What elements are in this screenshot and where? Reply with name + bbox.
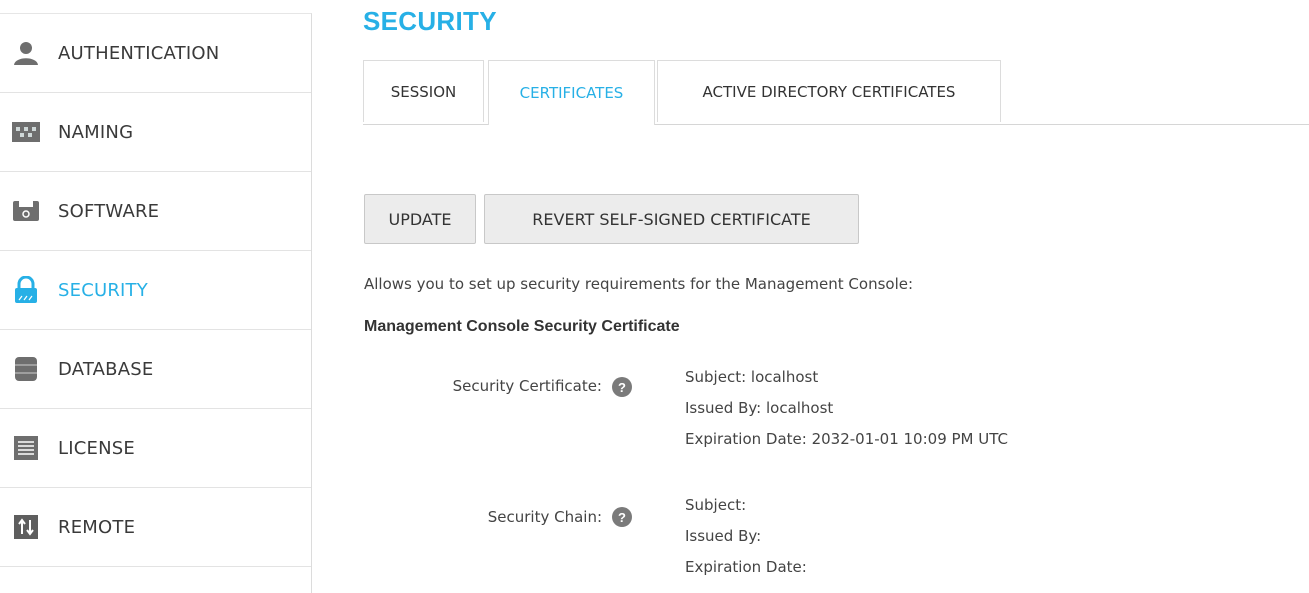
sidebar-item-label: DATABASE [58, 358, 154, 380]
revert-self-signed-certificate-button[interactable]: REVERT SELF-SIGNED CERTIFICATE [484, 194, 859, 244]
security-certificate-label: Security Certificate: [452, 377, 602, 395]
sidebar-nav: AUTHENTICATION NAMING SOFTWARE SECURITY … [0, 13, 312, 593]
section-heading: Management Console Security Certificate [364, 318, 680, 335]
sidebar-item-naming[interactable]: NAMING [0, 93, 311, 172]
tab-active-directory-certificates[interactable]: ACTIVE DIRECTORY CERTIFICATES [657, 60, 1001, 122]
sidebar-item-remote[interactable]: REMOTE [0, 488, 311, 567]
chain-subject: Subject: [685, 496, 747, 514]
description-text: Allows you to set up security requiremen… [364, 275, 914, 293]
sidebar-item-license[interactable]: LICENSE [0, 409, 311, 488]
help-icon[interactable]: ? [612, 507, 632, 527]
sidebar-item-label: SECURITY [58, 279, 148, 301]
license-icon [12, 434, 40, 462]
tab-bar: SESSION CERTIFICATES ACTIVE DIRECTORY CE… [363, 60, 1309, 125]
sidebar-item-label: AUTHENTICATION [58, 42, 220, 64]
page-title: SECURITY [363, 6, 497, 36]
update-button[interactable]: UPDATE [364, 194, 476, 244]
certificate-subject: Subject: localhost [685, 368, 819, 386]
remote-icon [12, 513, 40, 541]
certificate-issued-by: Issued By: localhost [685, 399, 834, 417]
chain-expiration: Expiration Date: [685, 558, 807, 576]
sidebar-item-database[interactable]: DATABASE [0, 330, 311, 409]
sidebar-item-label: NAMING [58, 121, 134, 143]
sidebar-item-label: LICENSE [58, 437, 135, 459]
naming-icon [12, 118, 40, 146]
sidebar-item-software[interactable]: SOFTWARE [0, 172, 311, 251]
user-icon [12, 39, 40, 67]
certificate-expiration: Expiration Date: 2032-01-01 10:09 PM UTC [685, 430, 1009, 448]
chain-issued-by: Issued By: [685, 527, 762, 545]
tab-certificates[interactable]: CERTIFICATES [488, 60, 655, 125]
database-icon [12, 355, 40, 383]
tab-session[interactable]: SESSION [363, 60, 484, 122]
sidebar-item-label: REMOTE [58, 516, 136, 538]
sidebar-item-authentication[interactable]: AUTHENTICATION [0, 14, 311, 93]
sidebar-item-security[interactable]: SECURITY [0, 251, 311, 330]
security-chain-label: Security Chain: [487, 508, 602, 526]
sidebar-item-label: SOFTWARE [58, 200, 160, 222]
help-icon[interactable]: ? [612, 377, 632, 397]
lock-icon [12, 276, 40, 304]
software-icon [12, 197, 40, 225]
